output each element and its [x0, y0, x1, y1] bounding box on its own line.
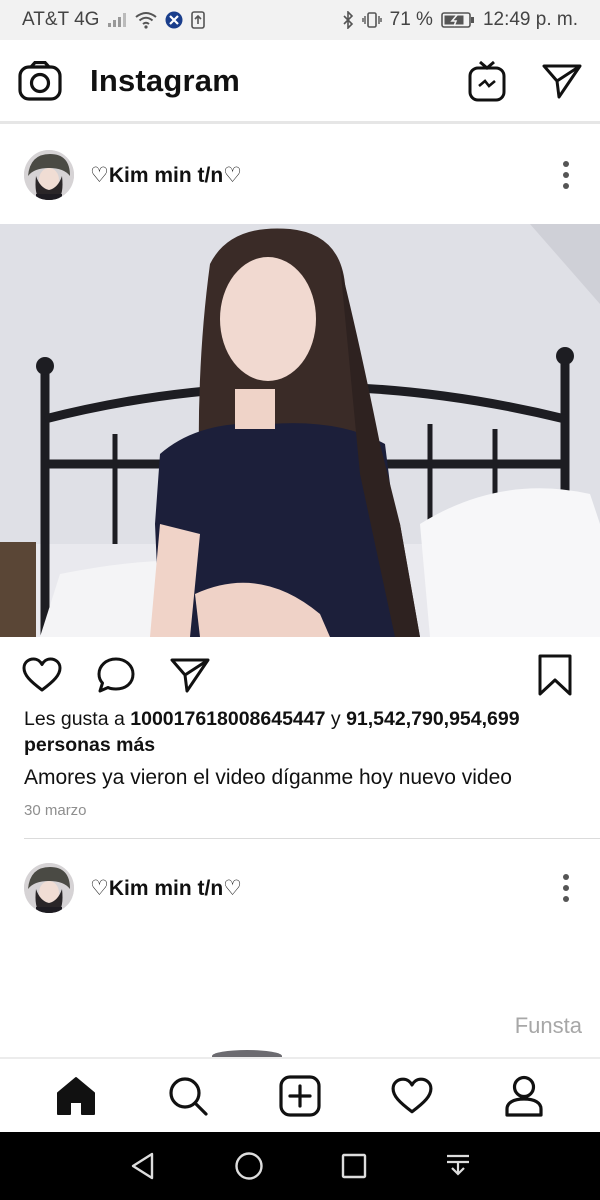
avatar[interactable] — [24, 863, 74, 913]
carrier-label: AT&T 4G — [22, 9, 100, 30]
home-icon[interactable] — [46, 1066, 106, 1126]
direct-message-icon[interactable] — [542, 63, 582, 99]
notification-pull-icon[interactable] — [444, 1152, 472, 1180]
post-date: 30 marzo — [24, 802, 87, 819]
system-nav-bar — [0, 1132, 600, 1200]
bluetooth-icon — [342, 11, 354, 29]
post-header: ♡Kim min t/n♡ — [0, 839, 600, 937]
likes-count[interactable]: 91,542,790,954,699 — [346, 708, 520, 730]
watermark: Funsta — [514, 1013, 582, 1038]
post-caption: Amores ya vieron el video díganme hoy nu… — [24, 766, 512, 789]
bottom-nav — [0, 1057, 600, 1132]
signal-icon — [107, 12, 127, 28]
add-post-icon[interactable] — [270, 1066, 330, 1126]
more-options-button[interactable] — [556, 161, 576, 189]
vibrate-icon — [361, 11, 382, 29]
home-circle-icon[interactable] — [234, 1151, 264, 1181]
more-options-button[interactable] — [556, 874, 576, 902]
status-bar: AT&T 4G 71 % 12:49 p. m. — [0, 0, 600, 40]
profile-icon[interactable] — [494, 1066, 554, 1126]
header-actions — [468, 60, 582, 102]
likes-prefix: Les gusta a — [24, 708, 131, 730]
wifi-icon — [135, 11, 158, 29]
avatar[interactable] — [24, 150, 74, 200]
dot — [563, 885, 569, 891]
dot — [563, 172, 569, 178]
activity-heart-icon[interactable] — [382, 1066, 442, 1126]
bookmark-icon[interactable] — [538, 654, 572, 696]
search-icon[interactable] — [158, 1066, 218, 1126]
dot — [563, 874, 569, 880]
battery-percent: 71 % — [389, 9, 433, 30]
post-username[interactable]: ♡Kim min t/n♡ — [90, 163, 242, 188]
likes-text[interactable]: Les gusta a 100017618008645447 y 91,542,… — [24, 706, 584, 758]
camera-icon[interactable] — [18, 60, 62, 101]
likes-suffix[interactable]: personas más — [24, 734, 155, 756]
status-left: AT&T 4G — [22, 9, 206, 31]
share-icon[interactable] — [170, 657, 210, 693]
app-notification-icon — [165, 11, 183, 29]
comment-icon[interactable] — [96, 656, 136, 694]
recents-icon[interactable] — [340, 1152, 368, 1180]
back-icon[interactable] — [128, 1151, 158, 1181]
post-header: ♡Kim min t/n♡ — [0, 126, 600, 224]
dot — [563, 161, 569, 167]
likes-connector: y — [325, 708, 347, 730]
download-notification-icon — [191, 11, 206, 29]
app-title: Instagram — [90, 62, 240, 98]
post-username[interactable]: ♡Kim min t/n♡ — [90, 876, 242, 901]
post-photo[interactable] — [0, 224, 600, 637]
heart-icon[interactable] — [22, 657, 62, 693]
post-actions — [0, 652, 600, 698]
app-header: Instagram — [0, 40, 600, 124]
clock: 12:49 p. m. — [482, 9, 578, 30]
dot — [563, 896, 569, 902]
igtv-icon[interactable] — [468, 60, 506, 102]
battery-icon — [441, 11, 475, 29]
dot — [563, 183, 569, 189]
status-right: 71 % 12:49 p. m. — [342, 9, 578, 31]
liked-by-user[interactable]: 100017618008645447 — [130, 708, 325, 730]
